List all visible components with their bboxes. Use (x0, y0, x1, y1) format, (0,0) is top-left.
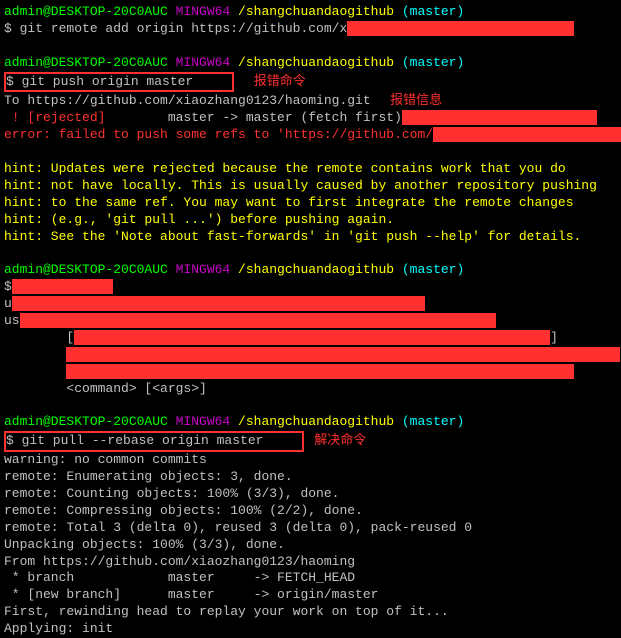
pull-output: * [new branch] master -> origin/master (4, 587, 617, 604)
pull-output: remote: Total 3 (delta 0), reused 3 (del… (4, 520, 617, 537)
hint-line: hint: (e.g., 'git pull ...') before push… (4, 212, 617, 229)
pull-output: First, rewinding head to replay your wor… (4, 604, 617, 621)
pull-output: remote: Compressing objects: 100% (2/2),… (4, 503, 617, 520)
usage-line: uxxxxxxxxxxxxxxxxxxxxxxxxxxxxxxxxxxxxxxx… (4, 296, 617, 313)
push-output: To https://github.com/xiaozhang0123/haom… (4, 92, 617, 110)
prompt-line: admin@DESKTOP-20C0AUC MINGW64 /shangchua… (4, 4, 617, 21)
pull-output: Applying: init (4, 621, 617, 638)
pull-output: remote: Counting objects: 100% (3/3), do… (4, 486, 617, 503)
hint-line: hint: to the same ref. You may want to f… (4, 195, 617, 212)
prompt-line: admin@DESKTOP-20C0AUC MINGW64 /shangchua… (4, 414, 617, 431)
push-error: error: failed to push some refs to 'http… (4, 127, 617, 144)
usage-line: xxxxxxxxxxxxxxxxxxxxxxxxxxxxxxxxxxxxxxxx… (4, 347, 617, 364)
cmd-pull-rebase: $ git pull --rebase origin master 解决命令 (4, 431, 617, 452)
pull-output: remote: Enumerating objects: 3, done. (4, 469, 617, 486)
prompt-line: admin@DESKTOP-20C0AUC MINGW64 /shangchua… (4, 262, 617, 279)
cmd-redacted: $xxxxxxxxxxxxx (4, 279, 617, 296)
hint-line: hint: not have locally. This is usually … (4, 178, 617, 195)
hint-line: hint: Updates were rejected because the … (4, 161, 617, 178)
usage-line: <command> [<args>] (4, 381, 617, 398)
usage-line: [xxxxxxxxxxxxxxxxxxxxxxxxxxxxxxxxxxxxxxx… (4, 330, 617, 347)
pull-output: Unpacking objects: 100% (3/3), done. (4, 537, 617, 554)
cmd-push: $ git push origin master 报错命令 (4, 72, 617, 93)
usage-line: usxxxxxxxxxxxxxxxxxxxxxxxxxxxxxxxxxxxxxx… (4, 313, 617, 330)
hint-line: hint: See the 'Note about fast-forwards'… (4, 229, 617, 246)
cmd-remote-add: $ git remote add origin https://github.c… (4, 21, 617, 38)
warning-line: warning: no common commits (4, 452, 617, 469)
push-rejected: ! [rejected] master -> master (fetch fir… (4, 110, 617, 127)
prompt-line: admin@DESKTOP-20C0AUC MINGW64 /shangchua… (4, 55, 617, 72)
pull-output: * branch master -> FETCH_HEAD (4, 570, 617, 587)
usage-line: xxxxxxxxxxxxxxxxxxxxxxxxxxxxxxxxxxxxxxxx… (4, 364, 617, 381)
pull-output: From https://github.com/xiaozhang0123/ha… (4, 554, 617, 571)
